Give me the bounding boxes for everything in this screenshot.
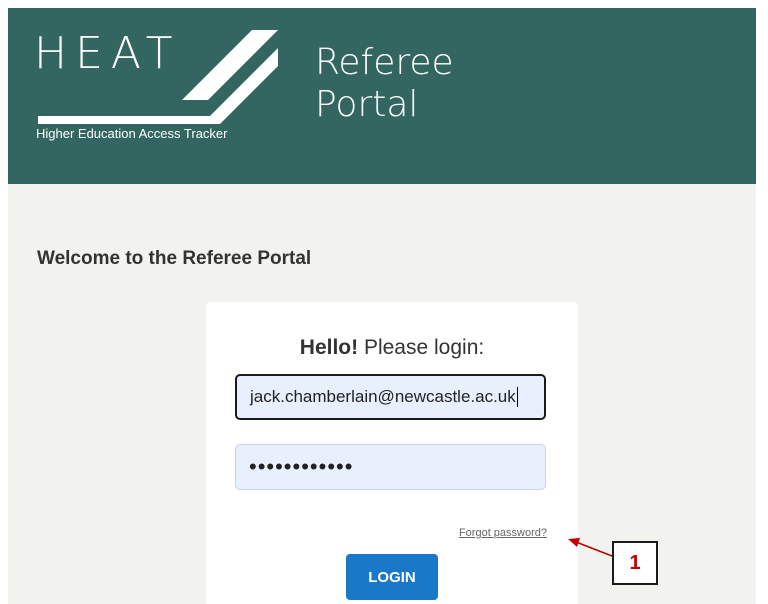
password-value: •••••••••••• [249, 454, 354, 479]
greeting-rest: Please login: [358, 336, 485, 359]
portal-title: Referee Portal [315, 42, 454, 126]
forgot-password-link[interactable]: Forgot password? [459, 527, 547, 539]
email-value: jack.chamberlain@newcastle.ac.uk [250, 387, 516, 406]
login-card: Hello! Please login: jack.chamberlain@ne… [206, 302, 578, 604]
email-field[interactable]: jack.chamberlain@newcastle.ac.uk [235, 374, 546, 420]
logo-subtitle: Higher Education Access Tracker [36, 126, 228, 141]
greeting-bold: Hello! [299, 336, 359, 359]
page-frame: HEAT Higher Education Access Tracker Ref… [8, 8, 756, 604]
login-greeting: Hello! Please login: [206, 336, 578, 360]
page-title: Welcome to the Referee Portal [37, 248, 312, 269]
header-banner: HEAT Higher Education Access Tracker Ref… [8, 8, 756, 184]
heat-logo: HEAT Higher Education Access Tracker [34, 28, 304, 148]
login-button[interactable]: LOGIN [346, 554, 438, 600]
text-caret [516, 387, 518, 407]
annotation-callout: 1 [612, 541, 658, 585]
password-field[interactable]: •••••••••••• [235, 444, 546, 490]
logo-slash-icon [38, 30, 278, 124]
portal-title-line2: Portal [315, 84, 419, 125]
portal-title-line1: Referee [315, 42, 454, 83]
